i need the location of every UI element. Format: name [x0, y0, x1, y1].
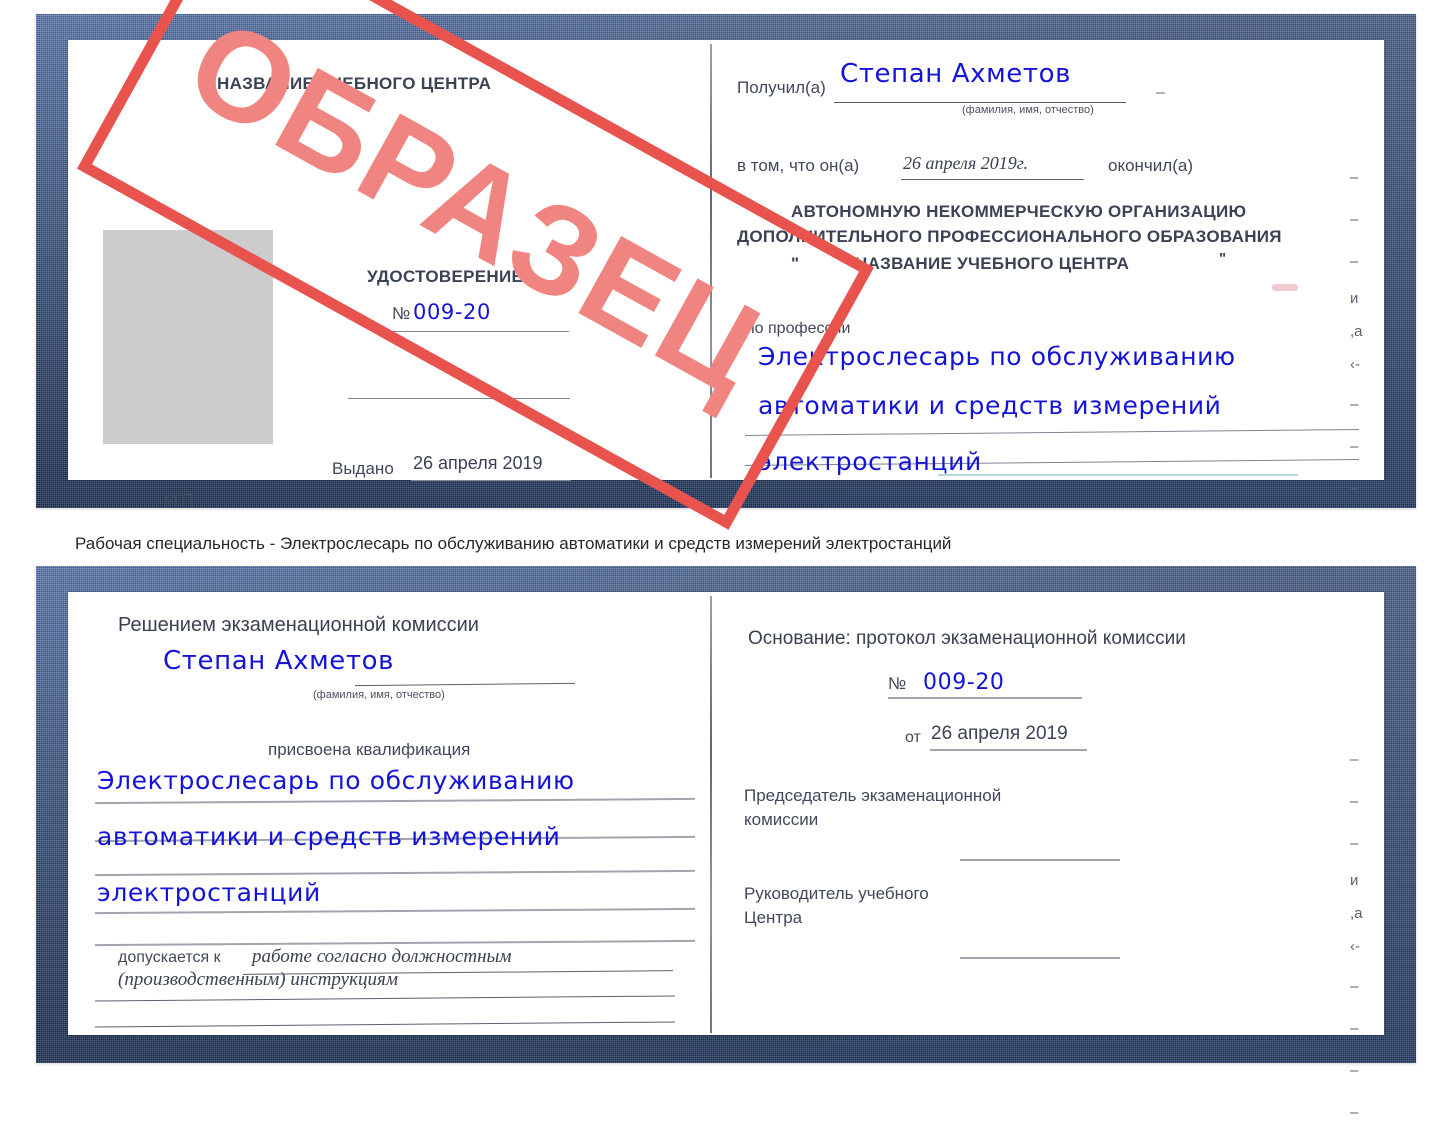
bottom-left-heading: Решением экзаменационной комиссии — [118, 614, 479, 636]
margin-frag: – — [1350, 169, 1359, 186]
margin-frag: – — [1350, 480, 1359, 497]
margin-frag: – — [1350, 1062, 1359, 1079]
bottom-right-head-sign-rule — [960, 957, 1120, 959]
bottom-right-number-rule — [888, 697, 1082, 699]
bottom-right-chairman-line-2: комиссии — [744, 810, 819, 829]
bottom-left-qualification-line-2: автоматики и средств измерений — [97, 822, 561, 851]
certificate-bottom-spine — [710, 596, 712, 1033]
org-title-top-left: НАЗВАНИЕ УЧЕБНОГО ЦЕНТРА — [217, 74, 492, 93]
received-value-top-right: Степан Ахметов — [840, 59, 1072, 89]
margin-frag: – — [1350, 1104, 1359, 1121]
bottom-right-number-value: 009-20 — [923, 670, 1005, 695]
teal-artifact-top-right — [938, 474, 1298, 476]
margin-frag: ,а — [1350, 323, 1363, 340]
bottom-left-allowed-rule-2 — [95, 995, 675, 1002]
name-hint-top-right: (фамилия, имя, отчество) — [962, 104, 1094, 116]
org-line-3-top-right: НАЗВАНИЕ УЧЕБНОГО ЦЕНТРА — [855, 254, 1130, 273]
issued-label-top-left: Выдано — [332, 459, 394, 478]
bottom-left-qualification-line-3: электростанций — [97, 878, 321, 907]
margin-frag: – — [1350, 253, 1359, 270]
bottom-left-name-rule — [355, 682, 575, 687]
bottom-left-allowed-label: допускается к — [118, 949, 221, 966]
bottom-right-chairman-sign-rule — [960, 859, 1120, 861]
number-value-top-left: 009-20 — [413, 300, 491, 324]
dash-after-name-top-right: – — [1156, 84, 1165, 101]
margin-frag: – — [1350, 751, 1359, 768]
certificate-top-left-page: НАЗВАНИЕ УЧЕБНОГО ЦЕНТРА УДОСТОВЕРЕНИЕ №… — [70, 42, 708, 509]
bottom-left-name-value: Степан Ахметов — [163, 646, 395, 676]
blank-rule-top-left — [348, 398, 570, 399]
received-label-top-right: Получил(а) — [737, 78, 826, 97]
doc-title-top-left: УДОСТОВЕРЕНИЕ — [367, 267, 524, 286]
org-quote-open-top-right: " — [791, 254, 800, 273]
number-label-top-left: № — [392, 304, 411, 323]
issued-rule-top-left — [411, 480, 571, 481]
margin-frag: – — [1350, 1020, 1359, 1037]
received-rule-top-right — [834, 102, 1126, 103]
bottom-left-qual-rule-3 — [95, 869, 695, 877]
margin-frag: – — [1350, 793, 1359, 810]
margin-frag: и — [1350, 872, 1359, 889]
margin-frag: – — [1350, 978, 1359, 995]
pink-artifact-top — [1272, 284, 1298, 291]
issued-value-top-left: 26 апреля 2019 — [413, 453, 543, 473]
profession-line-2-top-right: автоматики и средств измерений — [758, 391, 1222, 420]
margin-frag: ‹- — [1350, 938, 1360, 955]
margin-fragments-bottom: – – – и ,а ‹- – – – – — [1350, 752, 1363, 1120]
org-quote-close-top-right: " — [1219, 250, 1227, 267]
number-rule-top-left — [392, 331, 569, 332]
bottom-right-date-rule — [930, 749, 1087, 751]
bottom-right-head-line-2: Центра — [744, 908, 803, 927]
profession-line-1-top-right: Электрослесарь по обслуживанию — [758, 342, 1236, 371]
certificate-top-spine — [710, 44, 712, 478]
bottom-left-qualification-label: присвоена квалификация — [268, 740, 471, 759]
margin-frag: ,а — [1350, 905, 1363, 922]
profession-label-top-right: по профессии — [746, 320, 851, 337]
bottom-left-allowed-value-1: работе согласно должностным — [252, 946, 512, 967]
date-value-top-right: 26 апреля 2019г. — [903, 153, 1029, 173]
seal-label-top-left: М.П. — [163, 490, 199, 509]
bottom-left-name-hint: (фамилия, имя, отчество) — [313, 689, 445, 701]
certificate-top-right-page: Получил(а) Степан Ахметов (фамилия, имя,… — [712, 42, 1384, 478]
date-rule-top-right — [901, 179, 1084, 180]
margin-frag: – — [1350, 211, 1359, 228]
profession-rule-1-top-right — [745, 429, 1359, 436]
finished-label-top-right: окончил(а) — [1108, 156, 1193, 175]
margin-frag: – — [1350, 438, 1359, 455]
margin-frag: и — [1350, 290, 1359, 307]
photo-placeholder — [103, 230, 273, 444]
bottom-right-number-label: № — [888, 674, 907, 693]
margin-fragments-top: – – – и ,а ‹- – – – — [1350, 170, 1363, 496]
in-that-label-top-right: в том, что он(а) — [737, 156, 860, 175]
bottom-left-qualification-line-1: Электрослесарь по обслуживанию — [97, 766, 575, 795]
bottom-right-date-value: 26 апреля 2019 — [931, 723, 1068, 744]
bottom-left-qual-rule-4 — [95, 907, 695, 915]
margin-frag: – — [1350, 396, 1359, 413]
margin-frag: – — [1350, 835, 1359, 852]
bottom-left-allowed-rule-3 — [95, 1021, 675, 1028]
bottom-right-chairman-line-1: Председатель экзаменационной — [744, 786, 1002, 805]
margin-frag: ‹- — [1350, 356, 1360, 373]
certificate-bottom-right-page: Основание: протокол экзаменационной коми… — [712, 594, 1384, 1034]
bottom-left-allowed-value-2: (производственным) инструкциям — [118, 969, 398, 990]
bottom-right-basis-label: Основание: протокол экзаменационной коми… — [748, 628, 1186, 649]
org-line-1-top-right: АВТОНОМНУЮ НЕКОММЕРЧЕСКУЮ ОРГАНИЗАЦИЮ — [791, 202, 1247, 221]
org-line-2-top-right: ДОПОЛНИТЕЛЬНОГО ПРОФЕССИОНАЛЬНОГО ОБРАЗО… — [737, 227, 1282, 246]
bottom-right-date-label: от — [905, 729, 921, 746]
bottom-left-qual-rule-1 — [95, 797, 695, 805]
profession-line-3-top-right: электростанций — [758, 447, 982, 476]
certificate-bottom-left-page: Решением экзаменационной комиссии Степан… — [70, 594, 708, 1034]
caption-text: Рабочая специальность - Электрослесарь п… — [75, 534, 952, 553]
bottom-right-head-line-1: Руководитель учебного — [744, 884, 929, 903]
